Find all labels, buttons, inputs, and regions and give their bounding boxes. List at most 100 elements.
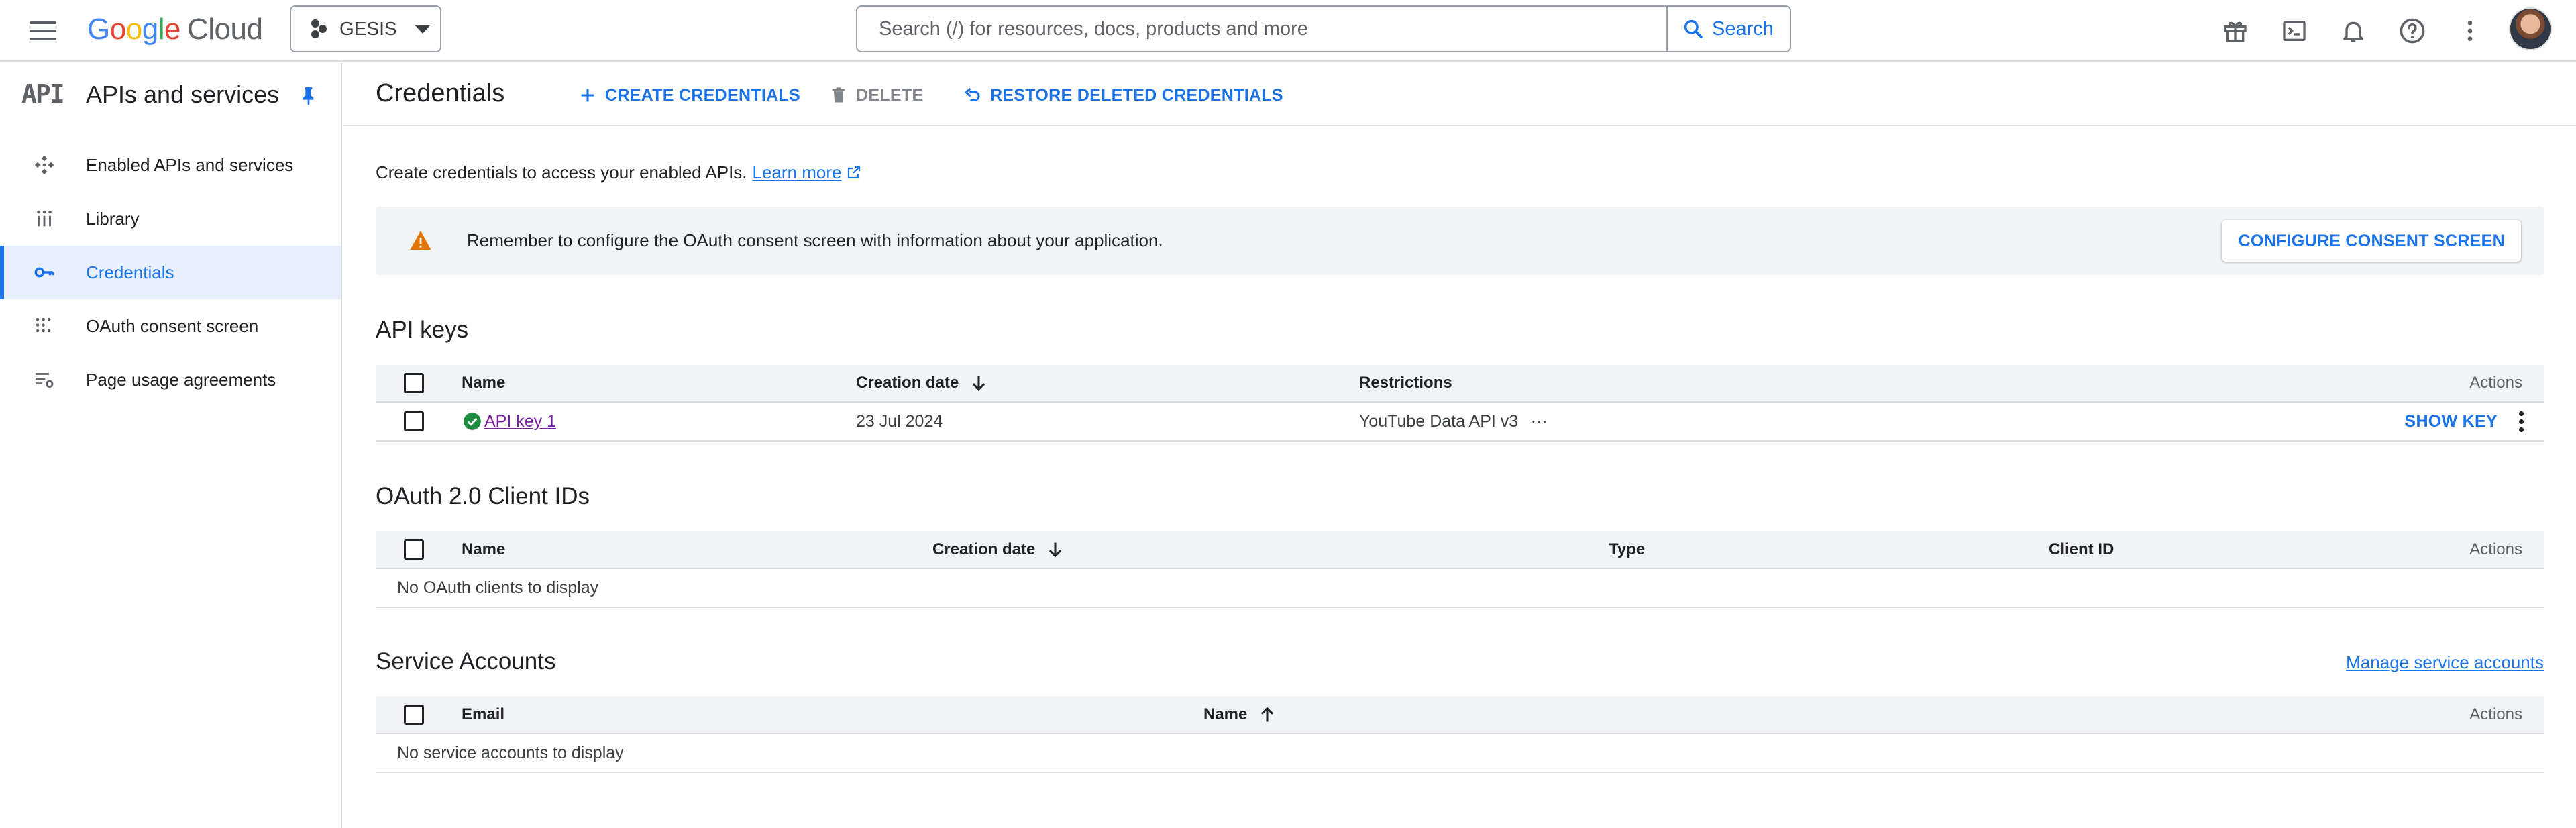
api-logo-icon: API [21, 79, 65, 109]
chevron-down-icon [414, 24, 431, 34]
oauth-title: OAuth 2.0 Client IDs [376, 483, 590, 509]
restrictions-cell: YouTube Data API v3 ··· [1359, 403, 1548, 440]
api-keys-table: Name Creation date Restrictions Actions … [376, 365, 2544, 442]
sidebar-item-enabled-apis[interactable]: Enabled APIs and services [0, 138, 341, 192]
column-email[interactable]: Email [462, 696, 504, 733]
key-icon [32, 260, 56, 284]
column-actions: Actions [2469, 374, 2522, 392]
sidebar-item-credentials[interactable]: Credentials [0, 246, 341, 299]
column-client-id[interactable]: Client ID [2049, 531, 2114, 568]
main-content: Credentials CREATE CREDENTIALS DELETE RE… [343, 63, 2576, 828]
column-creation-date-label: Creation date [932, 540, 1036, 558]
oauth-icon [32, 314, 56, 338]
service-accounts-table: Email Name Actions No service accounts t… [376, 696, 2544, 773]
learn-more-link[interactable]: Learn more [753, 162, 862, 183]
bell-icon[interactable] [2336, 13, 2371, 48]
sidebar-item-label: Enabled APIs and services [86, 154, 294, 175]
main-menu-icon[interactable] [30, 16, 62, 46]
more-horiz-icon[interactable]: ··· [1530, 411, 1548, 432]
nav-header: API APIs and services [0, 63, 341, 125]
more-vert-icon[interactable] [2453, 13, 2487, 48]
table-header: Name Creation date Type Client ID Action… [376, 531, 2544, 569]
api-keys-title: API keys [376, 317, 469, 343]
oauth-warning-banner: Remember to configure the OAuth consent … [376, 207, 2544, 275]
arrow-down-icon [973, 376, 985, 391]
gift-icon[interactable] [2218, 13, 2253, 48]
sidebar-item-library[interactable]: Library [0, 192, 341, 246]
create-credentials-button[interactable]: CREATE CREDENTIALS [578, 82, 800, 109]
table-row: No service accounts to display [376, 734, 2544, 773]
creation-date-cell: 23 Jul 2024 [856, 411, 943, 431]
column-type[interactable]: Type [1609, 531, 1645, 568]
enabled-apis-icon [32, 153, 56, 177]
banner-text: Remember to configure the OAuth consent … [467, 230, 1163, 250]
show-key-button[interactable]: SHOW KEY [2404, 412, 2498, 431]
create-credentials-label: CREATE CREDENTIALS [605, 85, 801, 105]
restore-label: RESTORE DELETED CREDENTIALS [990, 85, 1283, 105]
column-actions: Actions [2469, 705, 2522, 723]
configure-consent-screen-button[interactable]: CONFIGURE CONSENT SCREEN [2222, 220, 2521, 262]
column-name[interactable]: Name [1203, 696, 1277, 733]
sidebar-item-label: OAuth consent screen [86, 315, 259, 336]
sidebar-item-oauth-consent[interactable]: OAuth consent screen [0, 299, 341, 353]
cloud-shell-icon[interactable] [2277, 13, 2312, 48]
search-icon [1684, 19, 1703, 38]
sidebar-item-label: Page usage agreements [86, 369, 276, 390]
google-cloud-logo[interactable]: Google Cloud [87, 13, 263, 46]
project-name: GESIS [339, 18, 397, 39]
api-key-link[interactable]: API key 1 [484, 412, 556, 431]
sidebar-item-page-usage[interactable]: Page usage agreements [0, 353, 341, 407]
row-menu-icon[interactable] [2511, 409, 2532, 435]
nav-list: Enabled APIs and services Library Creden… [0, 138, 341, 407]
learn-more-label: Learn more [752, 162, 842, 183]
pin-icon[interactable] [298, 83, 319, 107]
select-all-checkbox[interactable] [404, 373, 424, 393]
restore-deleted-credentials-button[interactable]: RESTORE DELETED CREDENTIALS [962, 82, 1283, 109]
library-icon [32, 207, 56, 231]
delete-label: DELETE [856, 85, 924, 105]
arrow-down-icon [1049, 542, 1062, 558]
select-all-checkbox[interactable] [404, 539, 424, 560]
service-accounts-title: Service Accounts [376, 648, 556, 674]
select-all-checkbox[interactable] [404, 705, 424, 725]
plus-icon [581, 89, 594, 102]
api-key-name-cell: API key 1 [463, 403, 556, 440]
page-title: Credentials [376, 79, 505, 107]
search-button-label: Search [1712, 17, 1774, 40]
undo-icon [965, 87, 980, 101]
arrow-up-icon [1261, 707, 1274, 722]
column-name[interactable]: Name [462, 531, 505, 568]
sidebar-item-label: Library [86, 208, 140, 229]
nav-title: APIs and services [86, 81, 280, 108]
intro-text: Create credentials to access your enable… [376, 162, 862, 183]
column-actions: Actions [2469, 540, 2522, 558]
search-button[interactable]: Search [1666, 5, 1791, 52]
search-input[interactable] [879, 17, 1666, 40]
table-header: Name Creation date Restrictions Actions [376, 365, 2544, 403]
page-header: Credentials CREATE CREDENTIALS DELETE RE… [343, 63, 2576, 126]
warning-icon [410, 230, 431, 250]
column-creation-date-label: Creation date [856, 374, 959, 392]
project-picker-button[interactable]: GESIS [290, 5, 441, 52]
external-link-icon [847, 166, 860, 179]
avatar[interactable] [2509, 7, 2552, 50]
project-icon [311, 19, 327, 38]
settings-list-icon [32, 368, 56, 392]
manage-service-accounts-link[interactable]: Manage service accounts [2346, 652, 2544, 673]
column-restrictions: Restrictions [1359, 374, 1452, 392]
column-creation-date[interactable]: Creation date [932, 531, 1065, 568]
oauth-table: Name Creation date Type Client ID Action… [376, 531, 2544, 608]
row-checkbox[interactable] [404, 411, 424, 431]
search-box [856, 5, 1668, 52]
column-name[interactable]: Name [462, 365, 505, 401]
table-row: No OAuth clients to display [376, 569, 2544, 608]
column-creation-date[interactable]: Creation date [856, 365, 988, 401]
empty-state-text: No OAuth clients to display [397, 578, 599, 597]
row-actions: SHOW KEY [2404, 403, 2532, 440]
top-bar: Google Cloud GESIS Search [0, 0, 2576, 62]
check-circle-icon [464, 413, 481, 430]
sidebar-item-label: Credentials [86, 262, 174, 282]
side-nav: API APIs and services Enabled APIs and s… [0, 63, 342, 828]
delete-button[interactable]: DELETE [829, 82, 923, 109]
help-icon[interactable] [2395, 13, 2430, 48]
